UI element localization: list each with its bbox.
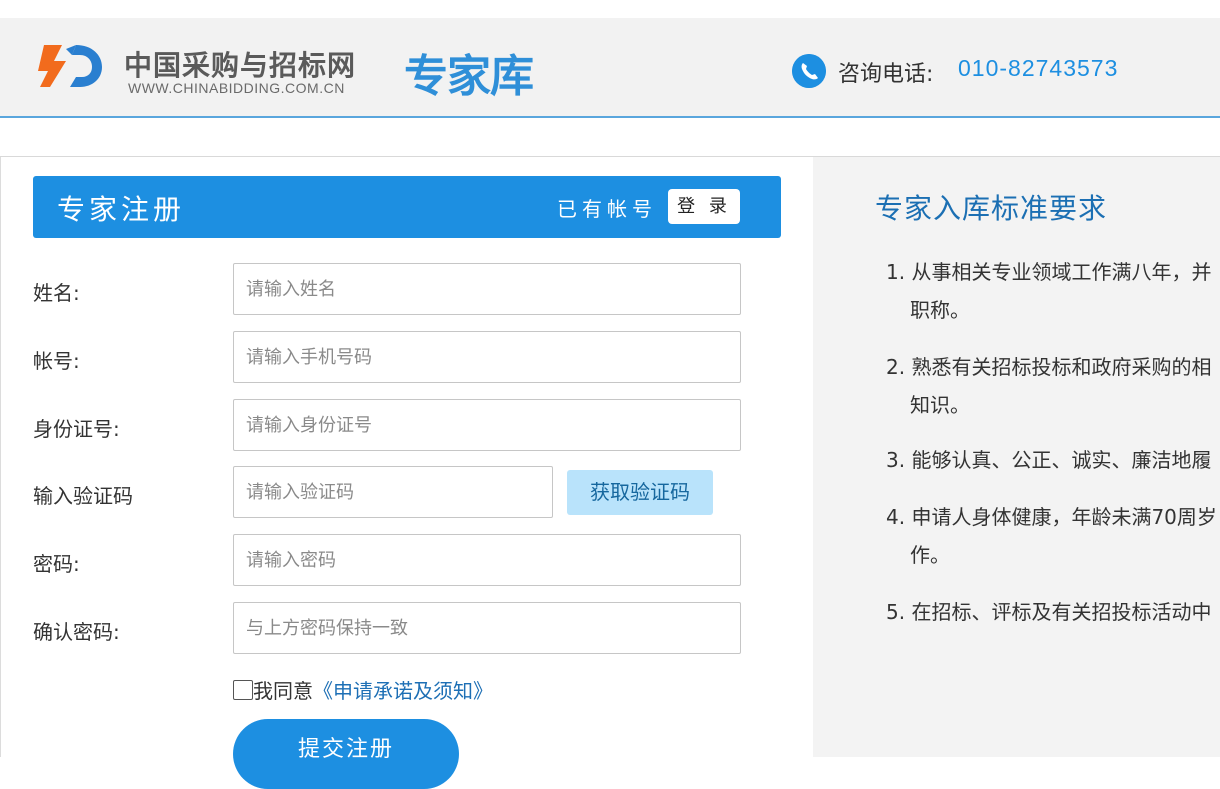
name-input[interactable] [233, 263, 741, 315]
password-input[interactable] [233, 534, 741, 586]
requirement-text-cont: 职称。 [910, 298, 970, 322]
site-url: WWW.CHINABIDDING.COM.CN [128, 80, 345, 96]
name-label: 姓名: [33, 281, 80, 305]
requirement-item-3: 3. 能够认真、公正、诚实、廉洁地履 [886, 441, 1211, 479]
have-account-text: 已有帐号 [557, 197, 657, 221]
agree-checkbox[interactable] [233, 679, 253, 700]
agree-text: 我同意 [253, 679, 313, 703]
get-code-button[interactable]: 获取验证码 [567, 470, 713, 515]
china-bidding-logo-icon[interactable] [36, 41, 106, 91]
requirement-text: 能够认真、公正、诚实、廉洁地履 [911, 448, 1212, 472]
submit-registration-button[interactable]: 提交注册 [233, 719, 459, 789]
requirement-text: 申请人身体健康，年龄未满70周岁 [911, 505, 1217, 529]
registration-panel: 专家注册 已有帐号 登 录 姓名: 帐号: 身份证号: 输入验证码 获取验证码 … [0, 157, 813, 789]
requirement-text-cont: 知识。 [910, 393, 970, 417]
form-title: 专家注册 [57, 193, 186, 226]
agreement-link[interactable]: 《申请承诺及须知》 [313, 675, 493, 704]
requirement-text-cont: 作。 [910, 543, 950, 567]
requirement-item-1: 1. 从事相关专业领域工作满八年，并 职称。 [886, 253, 1211, 329]
account-input[interactable] [233, 331, 741, 383]
confirm-password-label: 确认密码: [33, 620, 120, 644]
requirement-item-2: 2. 熟悉有关招标投标和政府采购的相 知识。 [886, 348, 1211, 424]
verification-code-label: 输入验证码 [33, 484, 133, 508]
password-label: 密码: [33, 552, 80, 576]
verification-code-input[interactable] [233, 466, 553, 518]
requirement-number: 5. [886, 600, 906, 624]
phone-icon [792, 54, 826, 88]
requirement-number: 3. [886, 448, 906, 472]
requirement-number: 1. [886, 260, 906, 284]
requirement-item-5: 5. 在招标、评标及有关招投标活动中 [886, 593, 1211, 631]
requirement-text: 在招标、评标及有关招投标活动中 [911, 600, 1212, 624]
expert-library-title: 专家库 [404, 51, 534, 102]
site-name[interactable]: 中国采购与招标网 [124, 44, 356, 84]
login-button[interactable]: 登 录 [668, 189, 740, 224]
main-area: 专家注册 已有帐号 登 录 姓名: 帐号: 身份证号: 输入验证码 获取验证码 … [0, 156, 1220, 789]
requirement-number: 2. [886, 355, 906, 379]
confirm-password-input[interactable] [233, 602, 741, 654]
id-number-label: 身份证号: [33, 417, 120, 441]
agreement-row: 我同意 《申请承诺及须知》 [233, 675, 493, 704]
requirement-text: 从事相关专业领域工作满八年，并 [911, 260, 1212, 284]
phone-number: 010-82743573 [958, 55, 1119, 81]
site-header: 中国采购与招标网 WWW.CHINABIDDING.COM.CN 专家库 咨询电… [0, 18, 1220, 118]
phone-label: 咨询电话: [838, 62, 934, 87]
requirement-number: 4. [886, 505, 906, 529]
requirements-title: 专家入库标准要求 [875, 192, 1108, 225]
form-title-bar: 专家注册 已有帐号 登 录 [33, 176, 781, 238]
account-label: 帐号: [33, 349, 80, 373]
requirement-text: 熟悉有关招标投标和政府采购的相 [911, 355, 1212, 379]
requirement-item-4: 4. 申请人身体健康，年龄未满70周岁 作。 [886, 498, 1217, 574]
id-number-input[interactable] [233, 399, 741, 451]
